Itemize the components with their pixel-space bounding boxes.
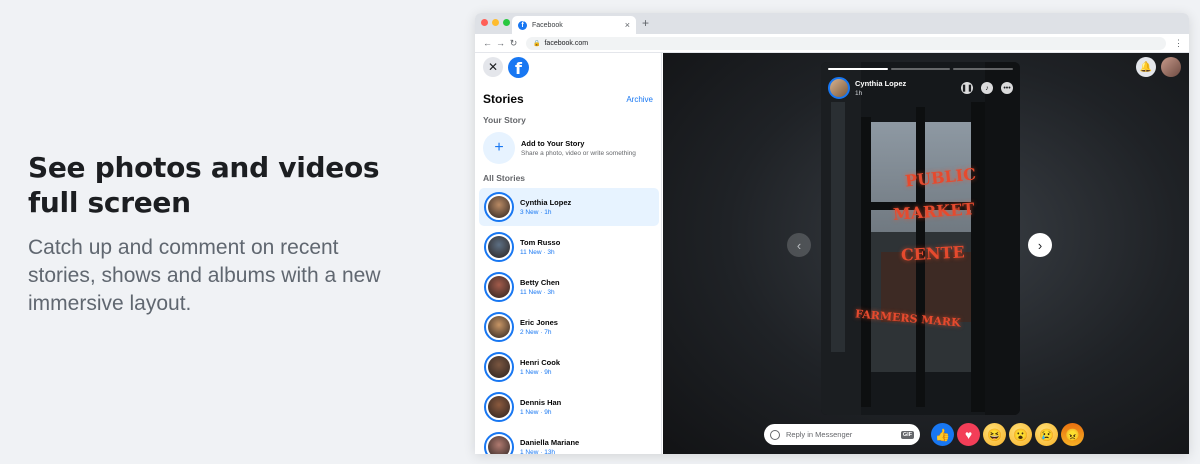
stories-title: Stories <box>483 92 524 106</box>
story-name: Daniella Mariane <box>520 438 580 447</box>
new-tab-icon[interactable]: + <box>642 16 649 30</box>
gif-icon[interactable]: GIF <box>900 430 914 439</box>
forward-icon[interactable]: → <box>494 38 507 48</box>
story-viewer: 🔔 PUBLIC MARKET CENTE FARMERS MARK Cynth… <box>663 53 1189 454</box>
url-text: facebook.com <box>544 39 589 47</box>
story-avatar <box>484 232 514 262</box>
story-author-name[interactable]: Cynthia Lopez <box>855 79 953 88</box>
add-to-story-button[interactable]: + Add to Your Story Share a photo, video… <box>475 125 661 164</box>
story-meta: 11 New · 3h <box>520 249 555 256</box>
promo-headline-line1: See photos and videos <box>28 151 380 184</box>
promo-body: Catch up and comment on recent stories, … <box>28 236 381 315</box>
reaction-bar: 👍 ♥ 😆 😮 😢 😠 <box>931 423 1084 446</box>
wow-reaction-icon[interactable]: 😮 <box>1009 423 1032 446</box>
close-window-button[interactable] <box>481 19 488 26</box>
tab-close-icon[interactable]: × <box>625 20 630 30</box>
angry-reaction-icon[interactable]: 😠 <box>1061 423 1084 446</box>
story-name: Henri Cook <box>520 358 561 367</box>
browser-tab[interactable]: f Facebook × <box>512 16 636 34</box>
browser-window: f Facebook × + ← → ↻ 🔒 facebook.com ⋮ ✕ … <box>475 13 1189 454</box>
love-reaction-icon[interactable]: ♥ <box>957 423 980 446</box>
story-avatar <box>484 272 514 302</box>
story-meta: 11 New · 3h <box>520 289 555 296</box>
facebook-favicon-icon: f <box>518 20 527 30</box>
close-icon[interactable]: ✕ <box>483 57 503 77</box>
stories-header: Stories Archive <box>475 81 661 106</box>
archive-link[interactable]: Archive <box>626 95 653 104</box>
previous-story-button[interactable]: ‹ <box>787 233 811 257</box>
browser-toolbar: ← → ↻ 🔒 facebook.com ⋮ <box>475 34 1189 53</box>
lock-icon: 🔒 <box>533 40 541 47</box>
sign-text-center: CENTE <box>900 242 966 265</box>
viewer-top-right: 🔔 <box>1136 57 1181 77</box>
sad-reaction-icon[interactable]: 😢 <box>1035 423 1058 446</box>
story-list-item[interactable]: Daniella Mariane 1 New · 13h <box>479 428 659 454</box>
stories-sidebar: ✕ f Stories Archive Your Story + Add to … <box>475 53 662 454</box>
story-list-item[interactable]: Tom Russo 11 New · 3h <box>479 228 659 266</box>
facebook-logo-icon[interactable]: f <box>508 56 529 78</box>
volume-icon[interactable]: ♪ <box>981 82 993 94</box>
progress-segment <box>890 68 951 70</box>
address-bar[interactable]: 🔒 facebook.com <box>526 36 1166 50</box>
promo-headline: See photos and videos full screen <box>28 150 428 220</box>
story-name: Cynthia Lopez <box>520 198 572 207</box>
notifications-icon[interactable]: 🔔 <box>1136 57 1156 77</box>
progress-segment <box>953 68 1014 70</box>
browser-menu-icon[interactable]: ⋮ <box>1174 38 1183 49</box>
story-name: Eric Jones <box>520 318 558 327</box>
story-list-item[interactable]: Henri Cook 1 New · 9h <box>479 348 659 386</box>
reply-placeholder: Reply in Messenger <box>786 430 853 439</box>
story-author-avatar[interactable] <box>828 77 850 99</box>
haha-reaction-icon[interactable]: 😆 <box>983 423 1006 446</box>
promo-section: See photos and videos full screen Catch … <box>28 150 428 318</box>
story-meta: 1 New · 9h <box>520 409 552 416</box>
all-stories-label: All Stories <box>483 173 526 183</box>
reply-input[interactable]: Reply in Messenger GIF <box>764 424 920 445</box>
story-meta: 1 New · 9h <box>520 369 552 376</box>
messenger-icon <box>770 429 780 440</box>
next-story-button[interactable]: › <box>1028 233 1052 257</box>
story-avatar <box>484 352 514 382</box>
story-list-item[interactable]: Eric Jones 2 New · 7h <box>479 308 659 346</box>
account-avatar[interactable] <box>1161 57 1181 77</box>
story-meta: 3 New · 1h <box>520 209 552 216</box>
add-story-subtitle: Share a photo, video or write something <box>521 150 636 157</box>
add-story-title: Add to Your Story <box>521 139 585 148</box>
story-avatar <box>484 432 514 454</box>
progress-segment <box>828 68 888 70</box>
story-time: 1h <box>855 90 863 97</box>
story-list-item[interactable]: Dennis Han 1 New · 9h <box>479 388 659 426</box>
sidebar-top: ✕ f <box>475 53 661 81</box>
story-progress <box>828 68 1014 70</box>
pause-icon[interactable]: ❚❚ <box>961 82 973 94</box>
story-avatar <box>484 192 514 222</box>
story-avatar <box>484 392 514 422</box>
story-meta: 2 New · 7h <box>520 329 552 336</box>
plus-icon: + <box>483 132 515 164</box>
story-photo <box>821 62 1020 415</box>
more-options-icon[interactable]: ••• <box>1001 82 1013 94</box>
window-controls <box>481 19 510 26</box>
minimize-window-button[interactable] <box>492 19 499 26</box>
story-card[interactable]: PUBLIC MARKET CENTE FARMERS MARK Cynthia… <box>821 62 1020 415</box>
story-name: Tom Russo <box>520 238 561 247</box>
your-story-label: Your Story <box>483 115 526 125</box>
promo-headline-line2: full screen <box>28 186 191 219</box>
story-name: Betty Chen <box>520 278 560 287</box>
back-icon[interactable]: ← <box>481 38 494 48</box>
story-name: Dennis Han <box>520 398 562 407</box>
page-viewport: ✕ f Stories Archive Your Story + Add to … <box>475 53 1189 454</box>
reload-icon[interactable]: ↻ <box>507 38 520 49</box>
story-avatar <box>484 312 514 342</box>
tab-title: Facebook <box>532 21 563 29</box>
maximize-window-button[interactable] <box>503 19 510 26</box>
like-reaction-icon[interactable]: 👍 <box>931 423 954 446</box>
story-list: Cynthia Lopez 3 New · 1h Tom Russo 11 New ·… <box>475 188 661 454</box>
tab-bar: f Facebook × + <box>475 13 1189 34</box>
story-list-item[interactable]: Betty Chen 11 New · 3h <box>479 268 659 306</box>
story-card-header: Cynthia Lopez 1h ❚❚ ♪ ••• <box>828 77 1013 99</box>
story-meta: 1 New · 13h <box>520 449 556 454</box>
story-list-item[interactable]: Cynthia Lopez 3 New · 1h <box>479 188 659 226</box>
